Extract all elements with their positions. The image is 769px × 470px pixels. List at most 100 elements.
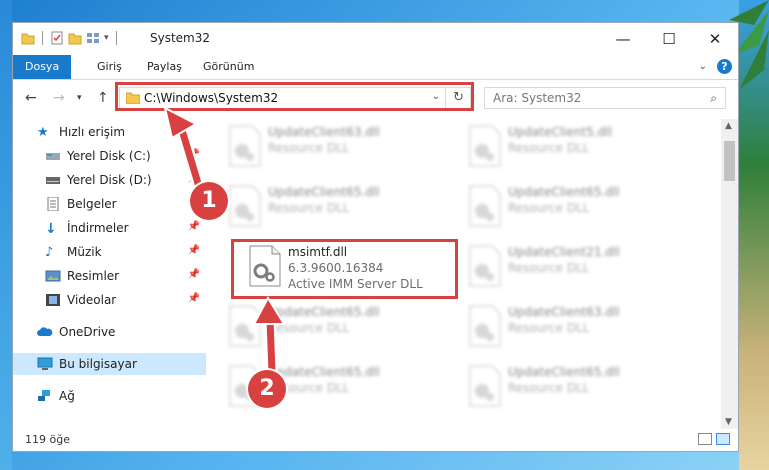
sidebar-item-documents[interactable]: Belgeler 📌 [13,193,206,215]
search-input[interactable]: Ara: System32 [493,91,581,105]
sidebar-item-network[interactable]: Ağ [13,385,206,407]
drive-icon [46,177,60,184]
ribbon-right-controls: ⌄ ? [699,59,732,74]
quick-access-toolbar: ▾ [21,31,120,45]
item-count: 119 öğe [25,433,70,446]
pin-icon: 📌 [187,221,200,232]
file-item[interactable]: UpdateClient63.dll Resource DLL [220,119,440,175]
search-icon[interactable]: ⌕ [710,91,717,106]
pin-icon: 📌 [187,245,200,256]
file-name: UpdateClient65.dll [268,365,380,379]
file-description: Resource DLL [508,201,590,215]
download-icon: ↓ [45,221,57,237]
large-icons-view-icon[interactable] [716,433,730,445]
sidebar-item-quick-access[interactable]: ★ Hızlı erişim [13,121,206,143]
step-marker-1: 1 [190,182,228,220]
tab-paylas[interactable]: Paylaş [147,55,182,79]
sidebar-item-label: İndirmeler [67,221,129,235]
sidebar-item-local-disk-d[interactable]: Yerel Disk (D:) 📌 [13,169,206,191]
sidebar-item-label: Yerel Disk (C:) [67,149,151,163]
sidebar-item-music[interactable]: ♪ Müzik 📌 [13,241,206,263]
file-name: UpdateClient63.dll [508,305,620,319]
documents-icon [47,197,59,211]
forward-arrow-icon[interactable]: → [53,90,65,106]
sidebar-item-label: OneDrive [59,325,116,339]
file-name: UpdateClient63.dll [268,125,380,139]
tab-dosya[interactable]: Dosya [13,55,72,79]
sidebar-item-label: Bu bilgisayar [59,357,137,371]
scroll-up-arrow-icon[interactable]: ▲ [725,121,732,131]
help-icon[interactable]: ? [717,59,732,74]
dll-file-icon [229,305,261,347]
toolbar-separator [42,31,43,45]
file-item[interactable]: UpdateClient21.dll Resource DLL [460,239,680,295]
scroll-down-arrow-icon[interactable]: ▼ [725,417,732,427]
file-name: UpdateClient65.dll [268,305,380,319]
file-name: UpdateClient65.dll [268,185,380,199]
vertical-scrollbar[interactable]: ▲ ▼ [721,119,738,429]
file-highlight [231,239,458,299]
sidebar-item-this-pc[interactable]: Bu bilgisayar [13,353,206,375]
pictures-icon [45,270,61,282]
computer-icon [37,357,53,370]
address-bar-highlight [115,82,474,111]
file-description: Resource DLL [508,321,590,335]
sidebar-item-label: Yerel Disk (D:) [67,173,152,187]
search-box[interactable]: Ara: System32 ⌕ [484,87,726,109]
sidebar-item-downloads[interactable]: ↓ İndirmeler 📌 [13,217,206,239]
scroll-thumb[interactable] [724,141,735,181]
sidebar-item-pictures[interactable]: Resimler 📌 [13,265,206,287]
close-button[interactable]: ✕ [692,23,738,55]
details-view-icon[interactable] [698,433,712,445]
view-options-icon[interactable] [86,31,100,45]
dll-file-icon [469,125,501,167]
sidebar-item-label: Müzik [67,245,102,259]
view-mode-buttons [698,433,730,445]
new-folder-icon[interactable] [68,31,82,45]
maximize-button[interactable]: ☐ [646,23,692,55]
back-arrow-icon[interactable]: ← [25,90,37,106]
file-name: UpdateClient21.dll [508,245,620,259]
sidebar-item-local-disk-c[interactable]: Yerel Disk (C:) 📌 [13,145,206,167]
recent-locations-chevron-icon[interactable]: ▾ [77,93,82,103]
pin-icon: 📌 [187,293,200,304]
up-arrow-icon[interactable]: ↑ [97,90,109,106]
dll-file-icon [469,185,501,227]
pin-icon: 📌 [187,149,200,160]
navigation-pane: ★ Hızlı erişim Yerel Disk (C:) 📌 Yerel D… [13,119,206,419]
properties-icon[interactable] [50,31,64,45]
file-description: Resource DLL [508,381,590,395]
dll-file-icon [469,245,501,287]
file-item[interactable]: UpdateClient65.dll Resource DLL [220,299,440,355]
network-icon [38,390,50,401]
sidebar-item-onedrive[interactable]: OneDrive [13,321,206,343]
file-item[interactable]: UpdateClient65.dll Resource DLL [460,359,680,415]
customize-toolbar-chevron-icon[interactable]: ▾ [104,33,109,43]
title-bar: ▾ System32 — ☐ ✕ [13,23,738,55]
step-marker-2: 2 [248,370,286,408]
window-controls: — ☐ ✕ [600,23,738,55]
window-title: System32 [150,31,211,45]
pin-icon: 📌 [187,269,200,280]
cloud-icon [37,327,53,336]
sidebar-item-label: Resimler [67,269,120,283]
sidebar-item-videos[interactable]: Videolar 📌 [13,289,206,311]
file-description: Resource DLL [268,141,350,155]
file-name: UpdateClient65.dll [508,365,620,379]
status-bar: 119 öğe [13,429,738,451]
file-item[interactable]: UpdateClient65.dll Resource DLL [460,179,680,235]
file-name: UpdateClient65.dll [508,185,620,199]
toolbar-separator [115,31,117,45]
expand-ribbon-chevron-icon[interactable]: ⌄ [699,61,707,72]
file-item[interactable]: UpdateClient5.dll Resource DLL [460,119,680,175]
dll-file-icon [469,365,501,407]
dll-file-icon [469,305,501,347]
tab-gorunum[interactable]: Görünüm [203,55,254,79]
dll-file-icon [229,125,261,167]
file-description: Resource DLL [508,261,590,275]
file-item[interactable]: UpdateClient65.dll Resource DLL [220,179,440,235]
tab-giris[interactable]: Giriş [97,55,122,79]
minimize-button[interactable]: — [600,23,646,55]
file-item[interactable]: UpdateClient63.dll Resource DLL [460,299,680,355]
folder-icon [21,33,35,45]
